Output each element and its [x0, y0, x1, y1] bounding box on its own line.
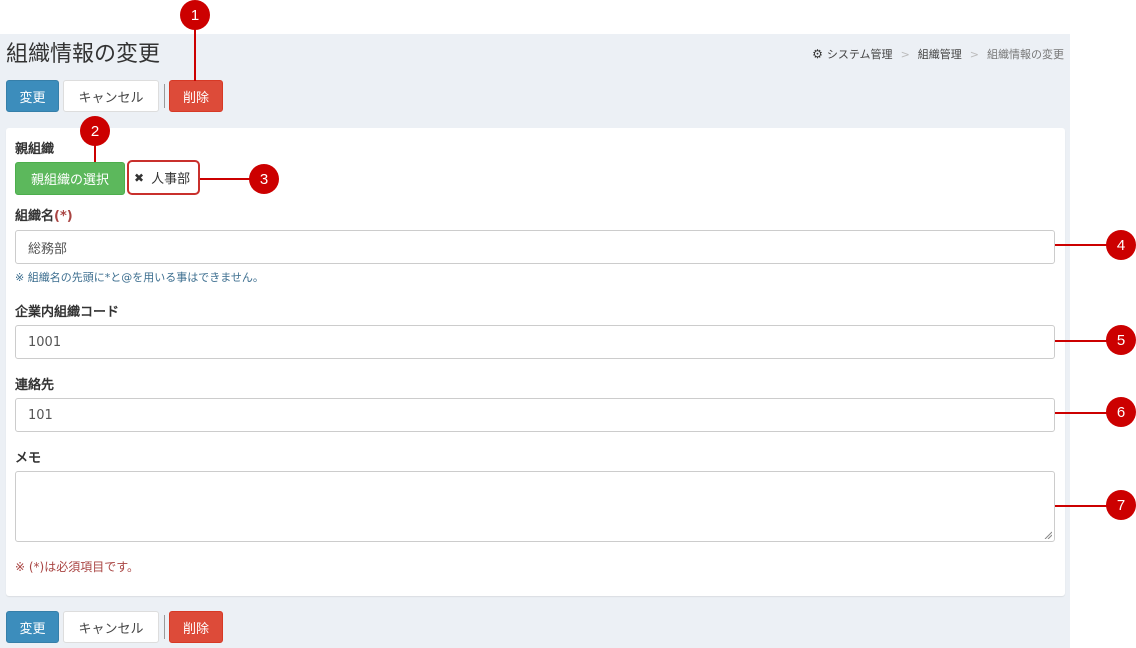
callout-line-7: [1055, 505, 1107, 507]
callout-3: 3: [249, 164, 279, 194]
memo-label: メモ: [15, 451, 42, 466]
delete-button[interactable]: 削除: [169, 80, 223, 112]
callout-line-1: [194, 28, 196, 81]
selected-parent-org-label: 人事部: [151, 172, 191, 187]
org-name-label-text: 組織名: [15, 209, 55, 224]
callout-line-4: [1055, 244, 1107, 246]
change-button[interactable]: 変更: [6, 80, 59, 112]
callout-line-2: [94, 144, 96, 162]
parent-org-label: 親組織: [15, 142, 55, 157]
memo-textarea[interactable]: [15, 471, 1055, 542]
selected-parent-org-tag[interactable]: ✖ 人事部: [127, 160, 200, 195]
cancel-button[interactable]: キャンセル: [63, 80, 159, 112]
breadcrumb-system-admin[interactable]: システム管理: [827, 46, 893, 62]
gear-icon: ⚙: [812, 47, 823, 61]
breadcrumb-org-admin[interactable]: 組織管理: [918, 46, 962, 62]
callout-1: 1: [180, 0, 210, 30]
contact-input[interactable]: 101: [15, 398, 1055, 432]
callout-line-6: [1055, 412, 1107, 414]
cancel-button-bottom[interactable]: キャンセル: [63, 611, 159, 643]
toolbar-divider: [164, 615, 165, 639]
form-box: 親組織 親組織の選択 ✖ 人事部 組織名(*) 総務部 ※ 組織名の先頭に*と@…: [6, 128, 1065, 596]
bottom-toolbar: 変更 キャンセル 削除: [6, 611, 223, 643]
org-name-label: 組織名(*): [15, 205, 73, 224]
callout-5: 5: [1106, 325, 1136, 355]
callout-line-3: [200, 178, 250, 180]
callout-line-5: [1055, 340, 1107, 342]
delete-button-bottom[interactable]: 削除: [169, 611, 223, 643]
remove-icon[interactable]: ✖: [134, 171, 144, 185]
callout-7: 7: [1106, 490, 1136, 520]
breadcrumb-separator: >: [969, 47, 979, 61]
top-toolbar: 変更 キャンセル 削除: [6, 80, 223, 112]
breadcrumb-separator: >: [900, 47, 910, 61]
callout-6: 6: [1106, 397, 1136, 427]
breadcrumb-current: 組織情報の変更: [987, 48, 1064, 61]
toolbar-divider: [164, 84, 165, 108]
page-title: 組織情報の変更: [6, 42, 161, 67]
required-mark: (*): [54, 209, 73, 224]
callout-4: 4: [1106, 230, 1136, 260]
org-code-input[interactable]: 1001: [15, 325, 1055, 359]
resize-grip-icon[interactable]: [1044, 531, 1052, 539]
org-code-label: 企業内組織コード: [15, 305, 120, 320]
select-parent-org-button[interactable]: 親組織の選択: [15, 162, 125, 195]
org-name-input[interactable]: 総務部: [15, 230, 1055, 264]
org-name-help: ※ 組織名の先頭に*と@を用いる事はできません。: [15, 271, 264, 284]
callout-2: 2: [80, 116, 110, 146]
breadcrumb: ⚙ システム管理 > 組織管理 > 組織情報の変更: [812, 46, 1064, 62]
required-note: ※ (*)は必須項目です。: [15, 560, 140, 574]
contact-label: 連絡先: [15, 378, 55, 393]
change-button-bottom[interactable]: 変更: [6, 611, 59, 643]
main-content: 組織情報の変更 ⚙ システム管理 > 組織管理 > 組織情報の変更 変更 キャン…: [0, 34, 1070, 648]
